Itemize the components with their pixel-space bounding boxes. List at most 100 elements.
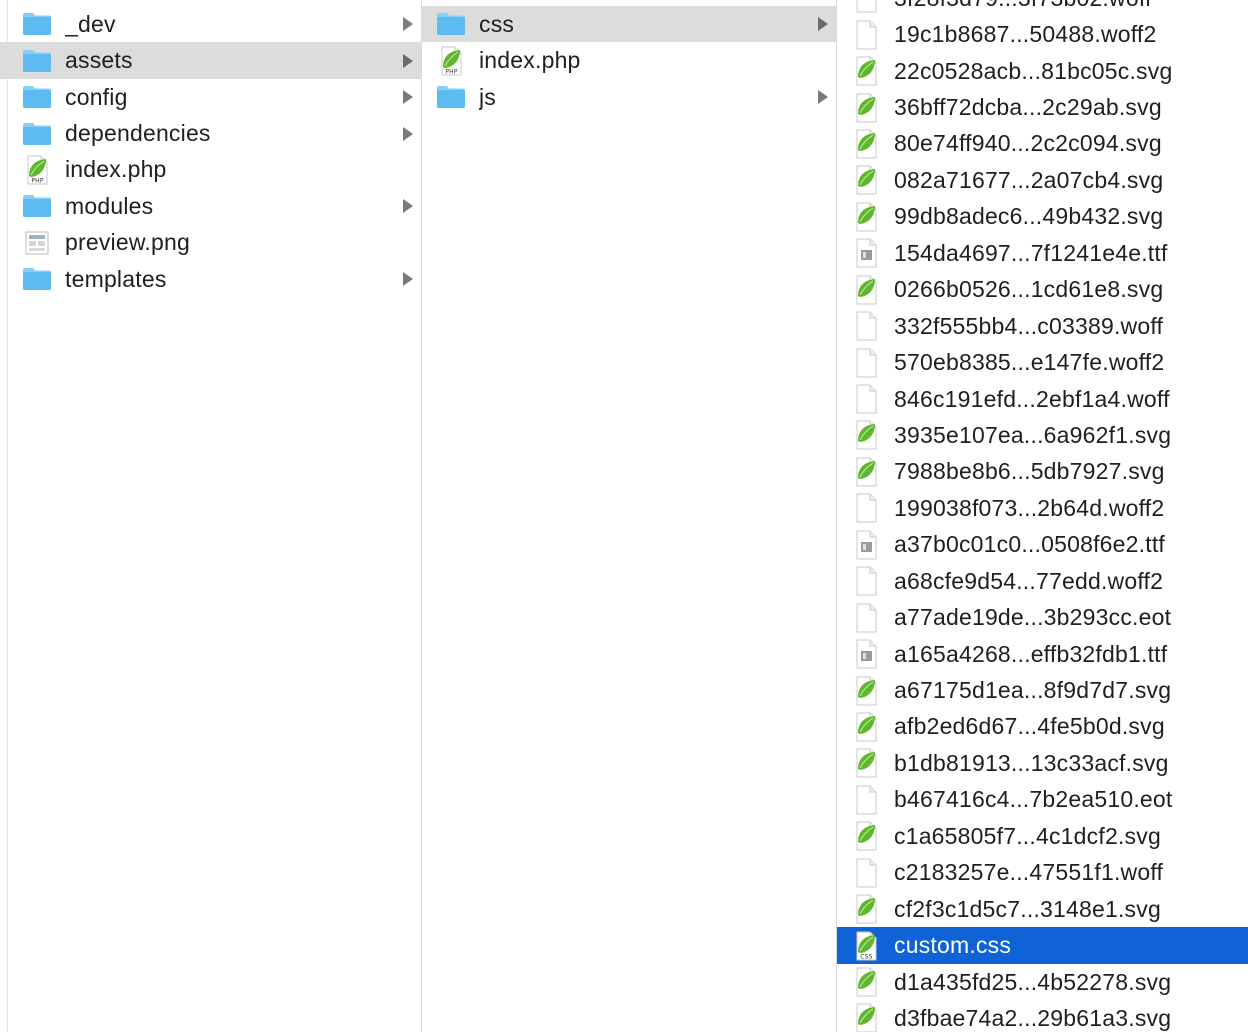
item-label: 199038f073...2b64d.woff2 [894,494,1165,521]
list-item[interactable]: 22c0528acb...81bc05c.svg [837,53,1248,89]
item-label: cf2f3c1d5c7...3148e1.svg [894,895,1161,922]
list-item[interactable]: PHP index.php [422,42,836,78]
item-label: js [479,83,497,110]
svg-file-icon [853,457,879,487]
list-item[interactable]: c2183257e...47551f1.woff [837,855,1248,891]
list-item[interactable]: 082a71677...2a07cb4.svg [837,162,1248,198]
item-label: a77ade19de...3b293cc.eot [894,604,1172,631]
svg-file-icon [853,93,879,123]
column-1-list: _devassets config dependencies PHP index.php… [0,6,421,298]
list-item[interactable]: assets [0,42,421,79]
item-label: _dev [65,10,116,37]
list-item[interactable]: _dev [0,6,421,42]
list-item[interactable]: PHP index.php [0,152,421,188]
list-item[interactable]: afb2ed6d67...4fe5b0d.svg [837,709,1248,745]
list-item[interactable]: dependencies [0,115,421,151]
folder-icon [436,82,466,112]
folder-icon [22,119,52,149]
list-item[interactable]: 99db8adec6...49b432.svg [837,199,1248,235]
finder-column-1[interactable]: _devassets config dependencies PHP index.php… [0,0,421,1032]
list-item[interactable]: 199038f073...2b64d.woff2 [837,490,1248,526]
item-label: 570eb8385...e147fe.woff2 [894,349,1165,376]
list-item[interactable]: c1a65805f7...4c1dcf2.svg [837,818,1248,854]
item-label: 0266b0526...1cd61e8.svg [894,276,1164,303]
item-label: d3fbae74a2...29b61a3.svg [894,1004,1172,1031]
list-item[interactable]: CSS custom.css [837,927,1248,964]
svg-text:PHP: PHP [31,177,44,184]
item-label: c2183257e...47551f1.woff [894,859,1164,886]
disclosure-arrow-icon [818,90,828,105]
list-item[interactable]: css [422,6,836,43]
disclosure-arrow-icon [403,17,413,32]
svg-file-icon [853,712,879,742]
css-file-icon: CSS [853,931,879,961]
list-item[interactable]: cf2f3c1d5c7...3148e1.svg [837,891,1248,927]
item-label: index.php [65,156,167,183]
svg-file-icon [853,894,879,924]
disclosure-arrow-icon [403,90,413,105]
item-label: afb2ed6d67...4fe5b0d.svg [894,713,1165,740]
list-item[interactable]: d1a435fd25...4b52278.svg [837,964,1248,1000]
list-item[interactable]: 3f28f3d79...3f73b02.woff [837,0,1248,16]
list-item[interactable]: 846c191efd...2ebf1a4.woff [837,381,1248,417]
list-item[interactable]: 7988be8b6...5db7927.svg [837,454,1248,490]
blank-file-icon [853,20,879,50]
item-label: 3935e107ea...6a962f1.svg [894,421,1172,448]
item-label: assets [65,47,133,74]
list-item[interactable]: 36bff72dcba...2c29ab.svg [837,89,1248,125]
item-label: index.php [479,47,581,74]
list-item[interactable]: config [0,79,421,115]
list-item[interactable]: 80e74ff940...2c2c094.svg [837,126,1248,162]
item-label: 846c191efd...2ebf1a4.woff [894,385,1170,412]
folder-icon [22,46,52,76]
list-item[interactable]: d3fbae74a2...29b61a3.svg [837,1000,1248,1032]
svg-text:PHP: PHP [445,68,458,75]
list-item[interactable]: js [422,79,836,115]
blank-file-icon [853,493,879,523]
item-label: config [65,83,128,110]
finder-column-3[interactable]: 3f28f3d79...3f73b02.woff 19c1b8687...5048… [837,0,1248,1032]
svg-file-icon [853,275,879,305]
svg-file-icon [853,1003,879,1032]
list-item[interactable]: 3935e107ea...6a962f1.svg [837,417,1248,453]
item-label: 80e74ff940...2c2c094.svg [894,130,1162,157]
list-item[interactable]: 154da4697...7f1241e4e.ttf [837,235,1248,271]
php-file-icon: PHP [22,155,52,185]
svg-file-icon [853,129,879,159]
list-item[interactable]: modules [0,188,421,224]
list-item[interactable]: a67175d1ea...8f9d7d7.svg [837,672,1248,708]
list-item[interactable]: a165a4268...effb32fdb1.ttf [837,636,1248,672]
disclosure-arrow-icon [818,17,828,32]
list-item[interactable]: a77ade19de...3b293cc.eot [837,599,1248,635]
disclosure-arrow-icon [403,126,413,141]
item-label: css [479,10,515,37]
item-label: custom.css [894,932,1012,959]
disclosure-arrow-icon [403,272,413,287]
item-label: 332f555bb4...c03389.woff [894,312,1164,339]
folder-icon [22,264,52,294]
list-item[interactable]: templates [0,261,421,297]
item-label: 19c1b8687...50488.woff2 [894,21,1157,48]
blank-file-icon [853,858,879,888]
list-item[interactable]: a37b0c01c0...0508f6e2.ttf [837,527,1248,563]
blank-file-icon [853,348,879,378]
item-label: a68cfe9d54...77edd.woff2 [894,567,1164,594]
list-item[interactable]: 19c1b8687...50488.woff2 [837,16,1248,52]
list-item[interactable]: b1db81913...13c33acf.svg [837,745,1248,781]
svg-file-icon [853,676,879,706]
svg-file-icon [853,748,879,778]
finder-column-2[interactable]: css PHP index.php js [422,0,836,1032]
blank-file-icon [853,785,879,815]
blank-file-icon [853,566,879,596]
item-label: 99db8adec6...49b432.svg [894,203,1164,230]
blank-file-icon [853,0,879,13]
list-item[interactable]: preview.png [0,225,421,261]
list-item[interactable]: b467416c4...7b2ea510.eot [837,782,1248,818]
list-item[interactable]: 332f555bb4...c03389.woff [837,308,1248,344]
list-item[interactable]: a68cfe9d54...77edd.woff2 [837,563,1248,599]
svg-file-icon [853,967,879,997]
folder-icon [22,9,52,39]
disclosure-arrow-icon [403,199,413,214]
list-item[interactable]: 0266b0526...1cd61e8.svg [837,272,1248,308]
list-item[interactable]: 570eb8385...e147fe.woff2 [837,344,1248,380]
